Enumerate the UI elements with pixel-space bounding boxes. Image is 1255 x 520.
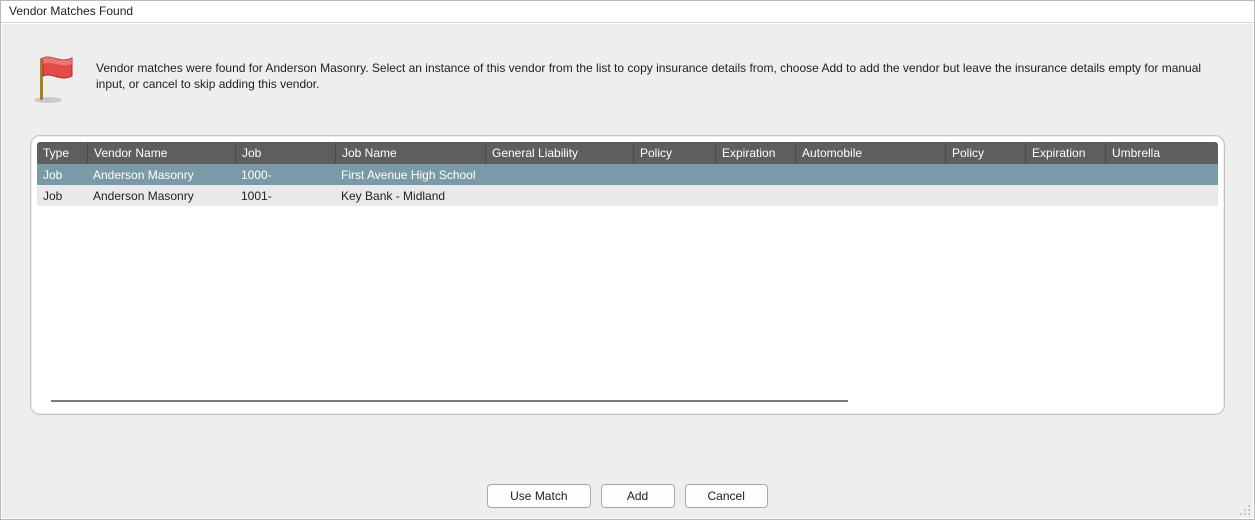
grid-body: Job Anderson Masonry 1000- First Avenue … <box>37 164 1218 392</box>
col-policy-2[interactable]: Policy <box>945 142 1025 164</box>
button-row: Use Match Add Cancel <box>2 484 1253 508</box>
cell-job-name: First Avenue High School <box>335 168 485 182</box>
horizontal-scrollbar[interactable] <box>37 394 1218 408</box>
cell-vendor-name: Anderson Masonry <box>87 168 235 182</box>
cell-type: Job <box>37 189 87 203</box>
scrollbar-thumb[interactable] <box>51 400 848 402</box>
grid-header: Type Vendor Name Job Job Name General Li… <box>37 142 1218 164</box>
col-job[interactable]: Job <box>235 142 335 164</box>
cell-job-name: Key Bank - Midland <box>335 189 485 203</box>
col-policy-1[interactable]: Policy <box>633 142 715 164</box>
cell-type: Job <box>37 168 87 182</box>
col-general-liability[interactable]: General Liability <box>485 142 633 164</box>
cell-vendor-name: Anderson Masonry <box>87 189 235 203</box>
cancel-button[interactable]: Cancel <box>685 484 768 508</box>
dialog-window: Vendor Matches Found Vendor matches were… <box>0 0 1255 520</box>
col-umbrella[interactable]: Umbrella <box>1105 142 1205 164</box>
window-title: Vendor Matches Found <box>9 4 133 18</box>
message-text: Vendor matches were found for Anderson M… <box>96 56 1225 92</box>
message-row: Vendor matches were found for Anderson M… <box>2 24 1253 115</box>
col-expiration-1[interactable]: Expiration <box>715 142 795 164</box>
table-row[interactable]: Job Anderson Masonry 1000- First Avenue … <box>37 164 1218 185</box>
titlebar: Vendor Matches Found <box>1 1 1254 23</box>
cell-job: 1001- <box>235 189 335 203</box>
cell-job: 1000- <box>235 168 335 182</box>
col-expiration-2[interactable]: Expiration <box>1025 142 1105 164</box>
client-area: Vendor matches were found for Anderson M… <box>2 24 1253 518</box>
col-type[interactable]: Type <box>37 142 87 164</box>
col-job-name[interactable]: Job Name <box>335 142 485 164</box>
add-button[interactable]: Add <box>601 484 675 508</box>
col-automobile[interactable]: Automobile <box>795 142 945 164</box>
table-row[interactable]: Job Anderson Masonry 1001- Key Bank - Mi… <box>37 185 1218 206</box>
grid-panel: Type Vendor Name Job Job Name General Li… <box>30 135 1225 415</box>
use-match-button[interactable]: Use Match <box>487 484 590 508</box>
resize-grip-icon[interactable] <box>1239 504 1251 516</box>
red-flag-icon <box>30 52 78 107</box>
col-vendor-name[interactable]: Vendor Name <box>87 142 235 164</box>
vendor-matches-grid[interactable]: Type Vendor Name Job Job Name General Li… <box>37 142 1218 408</box>
